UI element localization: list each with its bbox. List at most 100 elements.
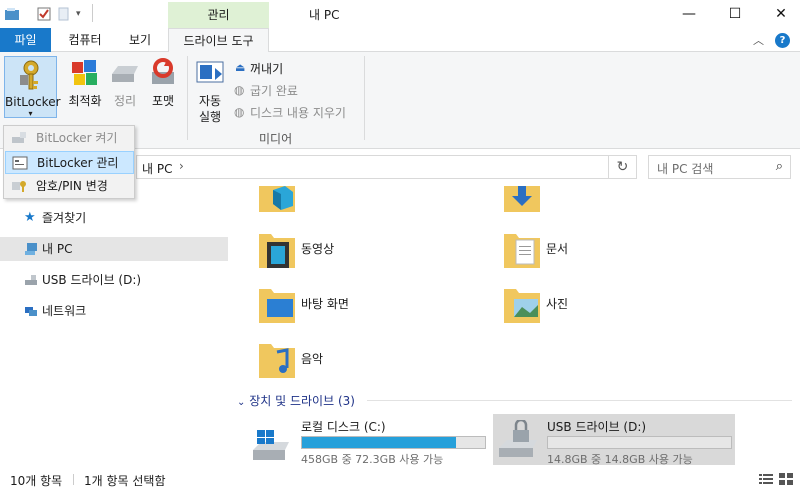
nav-label: 내 PC <box>42 242 73 256</box>
drive-free-space: 14.8GB 중 14.8GB 사용 가능 <box>547 453 693 465</box>
large-icons-view-icon[interactable] <box>779 473 793 485</box>
refresh-button[interactable]: ↻ <box>609 155 637 179</box>
menu-item-bitlocker-manage[interactable]: BitLocker 관리 <box>5 151 134 174</box>
burn-button[interactable]: 굽기 완료 <box>250 82 298 99</box>
drive-free-space: 458GB 중 72.3GB 사용 가능 <box>301 453 444 465</box>
menu-item-bitlocker-on[interactable]: BitLocker 켜기 <box>5 127 134 150</box>
drive-usage-bar <box>547 436 732 449</box>
qat-divider <box>92 4 93 22</box>
new-folder-icon[interactable] <box>56 6 72 22</box>
ribbon-group-divider <box>364 56 365 140</box>
address-bar[interactable]: 내 PC › <box>136 155 609 179</box>
videos-folder-icon <box>259 234 295 268</box>
section-divider <box>367 400 792 401</box>
drive-usage-bar <box>301 436 486 449</box>
bitlocker-button[interactable]: BitLocker ▾ <box>4 56 61 118</box>
manage-context-tab: 관리 <box>168 2 269 28</box>
address-path[interactable]: 내 PC <box>142 160 172 177</box>
optimize-icon <box>72 60 97 85</box>
status-divider <box>73 474 74 485</box>
tab-drive-tools[interactable]: 드라이브 도구 <box>168 28 269 53</box>
nav-item-usb-drive[interactable]: USB 드라이브 (D:) <box>0 268 228 292</box>
menu-item-label: BitLocker 관리 <box>37 156 119 170</box>
drive-lock-icon <box>12 132 26 143</box>
folder-desktop[interactable]: 바탕 화면 <box>257 283 457 333</box>
optimize-button[interactable]: 최적화 <box>65 92 105 109</box>
drive-name: 로컬 디스크 (C:) <box>301 420 386 434</box>
folder-documents[interactable]: 문서 <box>502 228 702 278</box>
details-view-icon[interactable] <box>759 473 773 485</box>
explorer-app-icon <box>5 8 19 20</box>
documents-folder-icon <box>504 234 540 268</box>
format-icon <box>152 58 174 84</box>
nav-label: USB 드라이브 (D:) <box>42 273 142 287</box>
selected-count: 1개 항목 선택함 <box>84 474 166 488</box>
network-icon <box>25 307 37 316</box>
breadcrumb-chevron-icon[interactable]: › <box>179 159 184 173</box>
help-icon[interactable]: ? <box>775 33 790 48</box>
folder-pictures[interactable]: 사진 <box>502 283 702 333</box>
bitlocker-label: BitLocker <box>5 95 61 109</box>
item-count: 10개 항목 <box>10 474 63 488</box>
nav-label: 즐겨찾기 <box>42 211 87 225</box>
computer-icon <box>25 243 37 255</box>
content-pane: 동영상 문서 바탕 화면 사진 음악 ⌄ 장치 및 드라이브 (3) 로컬 디스… <box>229 186 800 465</box>
nav-item-network[interactable]: 네트워크 <box>0 299 228 323</box>
folder-videos[interactable]: 동영상 <box>257 228 457 278</box>
menu-item-label: 암호/PIN 변경 <box>36 179 108 193</box>
menu-item-change-pin[interactable]: 암호/PIN 변경 <box>5 175 134 198</box>
folder-3d-objects[interactable] <box>257 186 457 222</box>
folder-music[interactable]: 음악 <box>257 338 457 388</box>
windows-drive-icon <box>253 430 289 460</box>
cleanup-button[interactable]: 정리 <box>107 92 143 109</box>
drive-usb-d[interactable]: USB 드라이브 (D:) 14.8GB 중 14.8GB 사용 가능 <box>493 414 735 465</box>
drive-usage-fill <box>302 437 456 448</box>
ribbon-group-divider <box>187 56 188 140</box>
autoplay-button-line2[interactable]: 실행 <box>192 108 228 125</box>
maximize-button[interactable]: ☐ <box>712 0 758 28</box>
downloads-folder-icon <box>504 186 540 212</box>
ribbon-collapse-icon[interactable]: ︿ <box>753 32 764 48</box>
tab-computer[interactable]: 컴퓨터 <box>56 28 114 52</box>
usb-drive-icon <box>25 275 37 285</box>
drive-name: USB 드라이브 (D:) <box>547 420 647 434</box>
music-folder-icon <box>259 344 295 378</box>
qat-dropdown-icon[interactable]: ▾ <box>76 6 92 22</box>
folder-downloads[interactable] <box>502 186 702 222</box>
folder-label: 문서 <box>546 242 569 256</box>
erase-disc-button[interactable]: 디스크 내용 지우기 <box>250 104 346 121</box>
burn-icon: ◍ <box>234 83 245 97</box>
nav-item-this-pc[interactable]: 내 PC <box>0 237 228 261</box>
close-button[interactable]: ✕ <box>758 0 800 28</box>
pictures-folder-icon <box>504 289 540 323</box>
devices-section-header[interactable]: ⌄ 장치 및 드라이브 (3) <box>237 392 355 409</box>
eject-icon: ⏏ <box>235 61 246 74</box>
bitlocker-dropdown-icon: ▾ <box>28 109 33 118</box>
properties-icon[interactable] <box>36 6 52 22</box>
manage-window-icon <box>12 156 28 170</box>
star-icon: ★ <box>24 210 36 225</box>
bitlocker-key-icon <box>20 60 39 90</box>
autoplay-icon <box>196 61 224 83</box>
autoplay-button-line1[interactable]: 자동 <box>192 92 228 109</box>
cleanup-icon <box>112 66 138 82</box>
search-input[interactable]: 내 PC 검색 ⌕ <box>648 155 791 179</box>
desktop-folder-icon <box>259 289 295 323</box>
section-title: 장치 및 드라이브 (3) <box>249 394 355 408</box>
status-bar: 10개 항목 1개 항목 선택함 <box>0 465 800 490</box>
chevron-down-icon: ⌄ <box>237 397 246 408</box>
folder-label: 사진 <box>546 297 569 311</box>
usb-drive-lock-icon <box>499 420 537 457</box>
drive-local-c[interactable]: 로컬 디스크 (C:) 458GB 중 72.3GB 사용 가능 <box>247 414 489 465</box>
erase-disc-icon: ◍ <box>234 105 245 119</box>
navigation-pane: ★ 즐겨찾기 내 PC USB 드라이브 (D:) 네트워크 <box>0 186 228 465</box>
nav-label: 네트워크 <box>42 304 87 318</box>
minimize-button[interactable]: — <box>666 0 712 28</box>
nav-item-quick-access[interactable]: ★ 즐겨찾기 <box>0 206 228 230</box>
tab-file[interactable]: 파일 <box>0 28 51 52</box>
search-placeholder: 내 PC 검색 <box>657 162 714 176</box>
eject-button[interactable]: 꺼내기 <box>250 60 283 77</box>
3d-objects-folder-icon <box>259 186 295 212</box>
tab-view[interactable]: 보기 <box>117 28 163 52</box>
format-button[interactable]: 포맷 <box>145 92 181 109</box>
